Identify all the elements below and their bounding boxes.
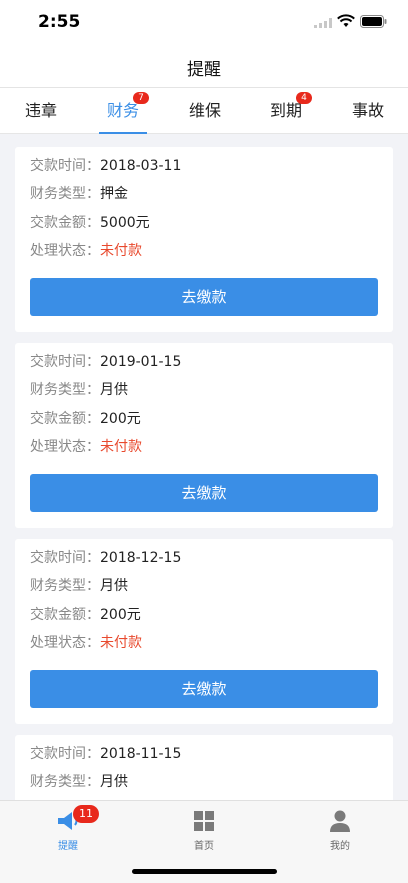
status-bar: 2:55 bbox=[0, 0, 408, 44]
field-label: 交款金额： bbox=[30, 607, 100, 623]
field-label: 交款金额： bbox=[30, 215, 100, 231]
record-row-amount: 交款金额：200元 bbox=[30, 409, 141, 429]
finance-record-card: 交款时间：2018-11-15 财务类型：月供 bbox=[15, 735, 393, 800]
pay-button[interactable]: 去缴款 bbox=[30, 474, 378, 512]
record-row-time: 交款时间：2018-11-15 bbox=[30, 744, 181, 764]
pay-button[interactable]: 去缴款 bbox=[30, 278, 378, 316]
status-time: 2:55 bbox=[38, 12, 81, 32]
field-label: 财务类型： bbox=[30, 774, 100, 790]
tabbar-label: 首页 bbox=[194, 841, 214, 852]
field-value: 5000元 bbox=[100, 215, 150, 231]
field-label: 交款金额： bbox=[30, 411, 100, 427]
field-value: 2018-12-15 bbox=[100, 550, 182, 566]
tabbar-label: 提醒 bbox=[58, 841, 78, 852]
tab-badge: 7 bbox=[133, 92, 149, 104]
battery-icon bbox=[360, 15, 387, 28]
tabbar-item-reminders[interactable]: 11 提醒 bbox=[0, 801, 136, 852]
record-row-status: 处理状态：未付款 bbox=[30, 633, 142, 653]
status-value: 未付款 bbox=[100, 439, 142, 455]
field-value: 2018-03-11 bbox=[100, 158, 182, 174]
field-label: 财务类型： bbox=[30, 578, 100, 594]
finance-record-card: 交款时间：2018-12-15 财务类型：月供 交款金额：200元 处理状态：未… bbox=[15, 539, 393, 724]
field-label: 交款时间： bbox=[30, 746, 100, 762]
field-value: 200元 bbox=[100, 411, 141, 427]
tab-underline bbox=[99, 132, 147, 134]
record-row-amount: 交款金额：5000元 bbox=[30, 213, 150, 233]
tab-label: 违章 bbox=[24, 101, 57, 120]
tab-label: 事故 bbox=[351, 101, 384, 120]
pay-button[interactable]: 去缴款 bbox=[30, 670, 378, 708]
field-label: 交款时间： bbox=[30, 550, 100, 566]
home-indicator bbox=[132, 869, 277, 874]
tabbar-badge: 11 bbox=[73, 805, 99, 823]
field-value: 月供 bbox=[100, 382, 128, 398]
record-row-type: 财务类型：月供 bbox=[30, 576, 128, 596]
record-row-time: 交款时间：2018-03-11 bbox=[30, 156, 181, 176]
tab-label: 财务 bbox=[106, 101, 139, 120]
category-tabs: 违章 财务 7 维保 到期 4 事故 bbox=[0, 88, 408, 134]
field-label: 交款时间： bbox=[30, 354, 100, 370]
field-value: 月供 bbox=[100, 578, 128, 594]
field-label: 处理状态： bbox=[30, 635, 100, 651]
nav-bar: 提醒 bbox=[0, 44, 408, 88]
tabbar-item-home[interactable]: 首页 bbox=[136, 801, 272, 852]
field-label: 财务类型： bbox=[30, 186, 100, 202]
tab-label: 维保 bbox=[188, 101, 221, 120]
cellular-signal-icon bbox=[314, 18, 332, 28]
record-row-status: 处理状态：未付款 bbox=[30, 241, 142, 261]
bottom-tab-bar: 11 提醒 首页 我的 bbox=[0, 800, 408, 883]
field-value: 2018-11-15 bbox=[100, 746, 182, 762]
person-icon bbox=[330, 810, 350, 832]
tabbar-item-profile[interactable]: 我的 bbox=[272, 801, 408, 852]
field-value: 200元 bbox=[100, 607, 141, 623]
page-title: 提醒 bbox=[187, 60, 221, 80]
field-label: 财务类型： bbox=[30, 382, 100, 398]
tabbar-label: 我的 bbox=[330, 841, 350, 852]
finance-record-card: 交款时间：2019-01-15 财务类型：月供 交款金额：200元 处理状态：未… bbox=[15, 343, 393, 528]
record-row-type: 财务类型：月供 bbox=[30, 380, 128, 400]
tab-maintenance[interactable]: 维保 bbox=[165, 88, 245, 134]
field-value: 押金 bbox=[100, 186, 128, 202]
field-value: 2019-01-15 bbox=[100, 354, 182, 370]
field-label: 交款时间： bbox=[30, 158, 100, 174]
wifi-icon bbox=[337, 14, 355, 27]
record-row-amount: 交款金额：200元 bbox=[30, 605, 141, 625]
record-row-time: 交款时间：2018-12-15 bbox=[30, 548, 181, 568]
status-value: 未付款 bbox=[100, 243, 142, 259]
grid-icon bbox=[194, 811, 214, 831]
field-label: 处理状态： bbox=[30, 243, 100, 259]
field-label: 处理状态： bbox=[30, 439, 100, 455]
tab-accident[interactable]: 事故 bbox=[328, 88, 408, 134]
record-row-type: 财务类型：月供 bbox=[30, 772, 128, 792]
tab-finance[interactable]: 财务 7 bbox=[83, 88, 163, 134]
tab-label: 到期 bbox=[269, 101, 302, 120]
record-row-time: 交款时间：2019-01-15 bbox=[30, 352, 181, 372]
record-row-status: 处理状态：未付款 bbox=[30, 437, 142, 457]
finance-record-list[interactable]: 交款时间：2018-03-11 财务类型：押金 交款金额：5000元 处理状态：… bbox=[0, 135, 408, 800]
tab-expiry[interactable]: 到期 4 bbox=[246, 88, 326, 134]
tab-badge: 4 bbox=[296, 92, 312, 104]
field-value: 月供 bbox=[100, 774, 128, 790]
finance-record-card: 交款时间：2018-03-11 财务类型：押金 交款金额：5000元 处理状态：… bbox=[15, 147, 393, 332]
record-row-type: 财务类型：押金 bbox=[30, 184, 128, 204]
tab-violation[interactable]: 违章 bbox=[1, 88, 81, 134]
status-value: 未付款 bbox=[100, 635, 142, 651]
